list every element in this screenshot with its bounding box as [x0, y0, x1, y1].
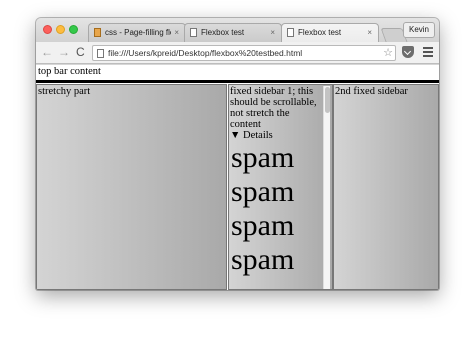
address-bar[interactable]: file:///Users/kpreid/Desktop/flexbox%20t…: [92, 45, 396, 61]
page-content: top bar content stretchy part fixed side…: [36, 65, 439, 290]
page-icon: [287, 28, 294, 37]
spam-item: spam: [231, 141, 295, 174]
reload-icon[interactable]: C: [76, 45, 85, 59]
fixed-sidebar-2: 2nd fixed sidebar: [333, 84, 439, 290]
sidebar1-text: fixed sidebar 1; this should be scrollab…: [230, 86, 317, 130]
sidebar2-label: 2nd fixed sidebar: [335, 86, 408, 97]
menu-icon[interactable]: [423, 47, 433, 59]
zoom-window-button[interactable]: [69, 25, 78, 34]
forward-arrow-icon[interactable]: →: [58, 45, 70, 59]
browser-window: css - Page-filling fle × Flexbox test × …: [36, 18, 439, 290]
css-file-icon: [94, 28, 101, 37]
tab-close-icon[interactable]: ×: [270, 24, 275, 41]
spam-item: spam: [231, 243, 295, 276]
tab-strip: css - Page-filling fle × Flexbox test × …: [36, 18, 439, 42]
sidebar1-scrollbar[interactable]: [323, 86, 330, 289]
page-icon: [97, 49, 104, 58]
details-toggle[interactable]: ▼ Details: [230, 130, 331, 141]
url-text[interactable]: file:///Users/kpreid/Desktop/flexbox%20t…: [108, 46, 302, 61]
stretchy-label: stretchy part: [38, 86, 91, 97]
close-window-button[interactable]: [43, 25, 52, 34]
spam-item: spam: [231, 277, 331, 289]
minimize-window-button[interactable]: [56, 25, 65, 34]
page-icon: [190, 28, 197, 37]
spam-item: spam: [231, 209, 295, 242]
scrollbar-thumb[interactable]: [325, 87, 330, 113]
top-bar: top bar content: [36, 65, 439, 83]
stretchy-panel: stretchy part: [36, 84, 227, 290]
bookmark-star-icon[interactable]: ☆: [383, 46, 393, 61]
tab-flexbox-test-2[interactable]: Flexbox test ×: [281, 23, 379, 42]
back-arrow-icon[interactable]: ←: [41, 45, 53, 59]
spam-item: spam: [231, 175, 295, 208]
tab-close-icon[interactable]: ×: [367, 24, 372, 41]
tab-close-icon[interactable]: ×: [174, 24, 179, 41]
fixed-sidebar-1[interactable]: fixed sidebar 1; this should be scrollab…: [228, 84, 333, 290]
tab-css-question[interactable]: css - Page-filling fle ×: [88, 23, 186, 42]
tab-flexbox-test-1[interactable]: Flexbox test ×: [184, 23, 282, 42]
toolbar: ← → C file:///Users/kpreid/Desktop/flexb…: [36, 42, 439, 64]
pocket-icon[interactable]: [402, 46, 414, 58]
profile-button[interactable]: Kevin: [402, 22, 435, 38]
